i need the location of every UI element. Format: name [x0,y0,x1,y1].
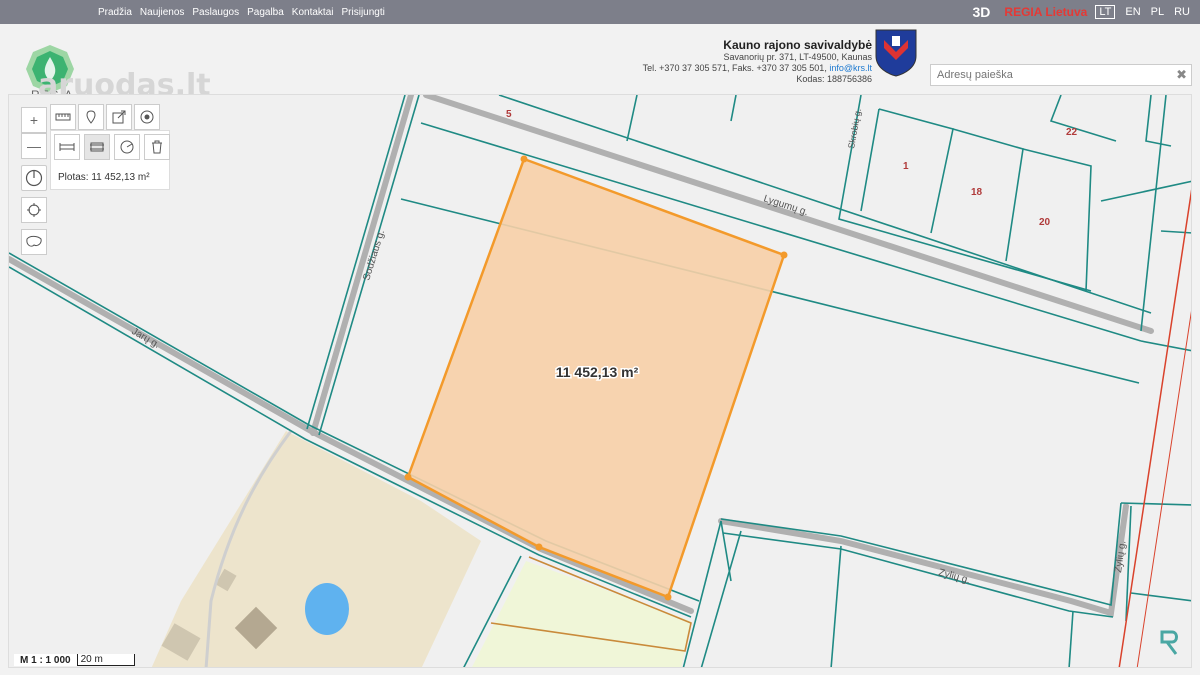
nav-pagalba[interactable]: Pagalba [247,7,284,18]
lang-pl[interactable]: PL [1151,6,1164,18]
nav-pradzia[interactable]: Pradžia [98,7,132,18]
lang-ru[interactable]: RU [1174,6,1190,18]
header: REGIA aruodas.lt Kauno rajono savivaldyb… [0,24,1200,103]
export-tool[interactable] [106,104,132,130]
municipality-phone: Tel. +370 37 305 571, Faks. +370 37 305 … [642,63,827,73]
radius-tool[interactable] [114,134,140,160]
municipality-email[interactable]: info@krs.lt [829,63,872,73]
municipality-address: Savanorių pr. 371, LT-49500, Kaunas [723,52,872,62]
map-canvas[interactable]: 11 452,13 m² Jarų g. Sodžiaus g. Lygumų … [8,94,1192,668]
street-label-zyliu-2: Zylių g. [1113,540,1128,573]
map-layers: 11 452,13 m² Jarų g. Sodžiaus g. Lygumų … [9,95,1191,667]
lang-lt[interactable]: LT [1095,5,1116,19]
address-search-input[interactable] [931,65,1161,85]
street-label-zyliu-1: Zylių g. [937,567,971,586]
regia-corner-logo-icon [1160,630,1178,655]
map-shape-icon [26,235,42,247]
locate-button[interactable] [21,197,47,223]
compass-button[interactable] [21,165,47,191]
parcel-number: 1 [903,161,909,172]
measure-line-tool[interactable] [54,134,80,160]
red-boundary-line [1118,189,1191,667]
scale-ratio: M 1 : 1 000 [20,654,71,666]
municipality-code: Kodas: 188756386 [796,74,872,84]
nav-naujienos[interactable]: Naujienos [140,7,184,18]
crosshair-icon [27,203,41,217]
parcel-number: 22 [1066,127,1078,138]
zoom-out-button[interactable]: — [21,133,47,159]
trash-icon [152,140,162,154]
address-search[interactable]: ✖ [930,64,1192,86]
parcel-number: 20 [1039,217,1051,228]
3d-button[interactable]: 3D [973,4,991,20]
point-tool[interactable] [134,104,160,130]
measure-line-icon [59,143,75,151]
measure-area-icon [90,142,104,152]
area-readout: Plotas: 11 452,13 m² [58,172,150,183]
zoom-in-button[interactable]: + [21,107,47,133]
street-label-skrobiu: Skrobių g. [846,108,863,150]
ruler-icon [55,113,71,121]
clear-icon[interactable]: ✖ [1176,67,1187,83]
municipality-contacts: Tel. +370 37 305 571, Faks. +370 37 305 … [643,63,872,74]
export-icon [112,110,126,124]
target-icon [140,110,154,124]
top-bar: Pradžia Naujienos Paslaugos Pagalba Kont… [0,0,1200,24]
regia-lietuva-link[interactable]: REGIA Lietuva [1004,5,1087,19]
nav-kontaktai[interactable]: Kontaktai [292,7,334,18]
nav-paslaugos[interactable]: Paslaugos [192,7,239,18]
marker-tool[interactable] [78,104,104,130]
parcel-number: 5 [506,109,512,120]
measure-distance-tool[interactable] [50,104,76,130]
scale-bar: M 1 : 1 000 20 m [14,654,135,666]
pond [305,583,349,635]
main-nav: Pradžia Naujienos Paslaugos Pagalba Kont… [98,0,393,24]
delete-tool[interactable] [144,134,170,160]
nav-prisijungti[interactable]: Prisijungti [342,7,385,18]
measure-area-tool[interactable] [84,134,110,160]
layers-button[interactable] [21,229,47,255]
municipality-info: Kauno rajono savivaldybė Savanorių pr. 3… [643,38,872,85]
scale-length: 20 m [76,654,135,666]
coat-of-arms-icon [875,29,917,77]
lang-en[interactable]: EN [1125,6,1140,18]
parcel-number: 18 [971,187,983,198]
area-label: 11 452,13 m² [556,364,639,380]
radius-icon [120,140,134,154]
pin-icon [86,110,96,124]
municipality-name: Kauno rajono savivaldybė [723,38,872,52]
compass-icon [25,169,43,187]
